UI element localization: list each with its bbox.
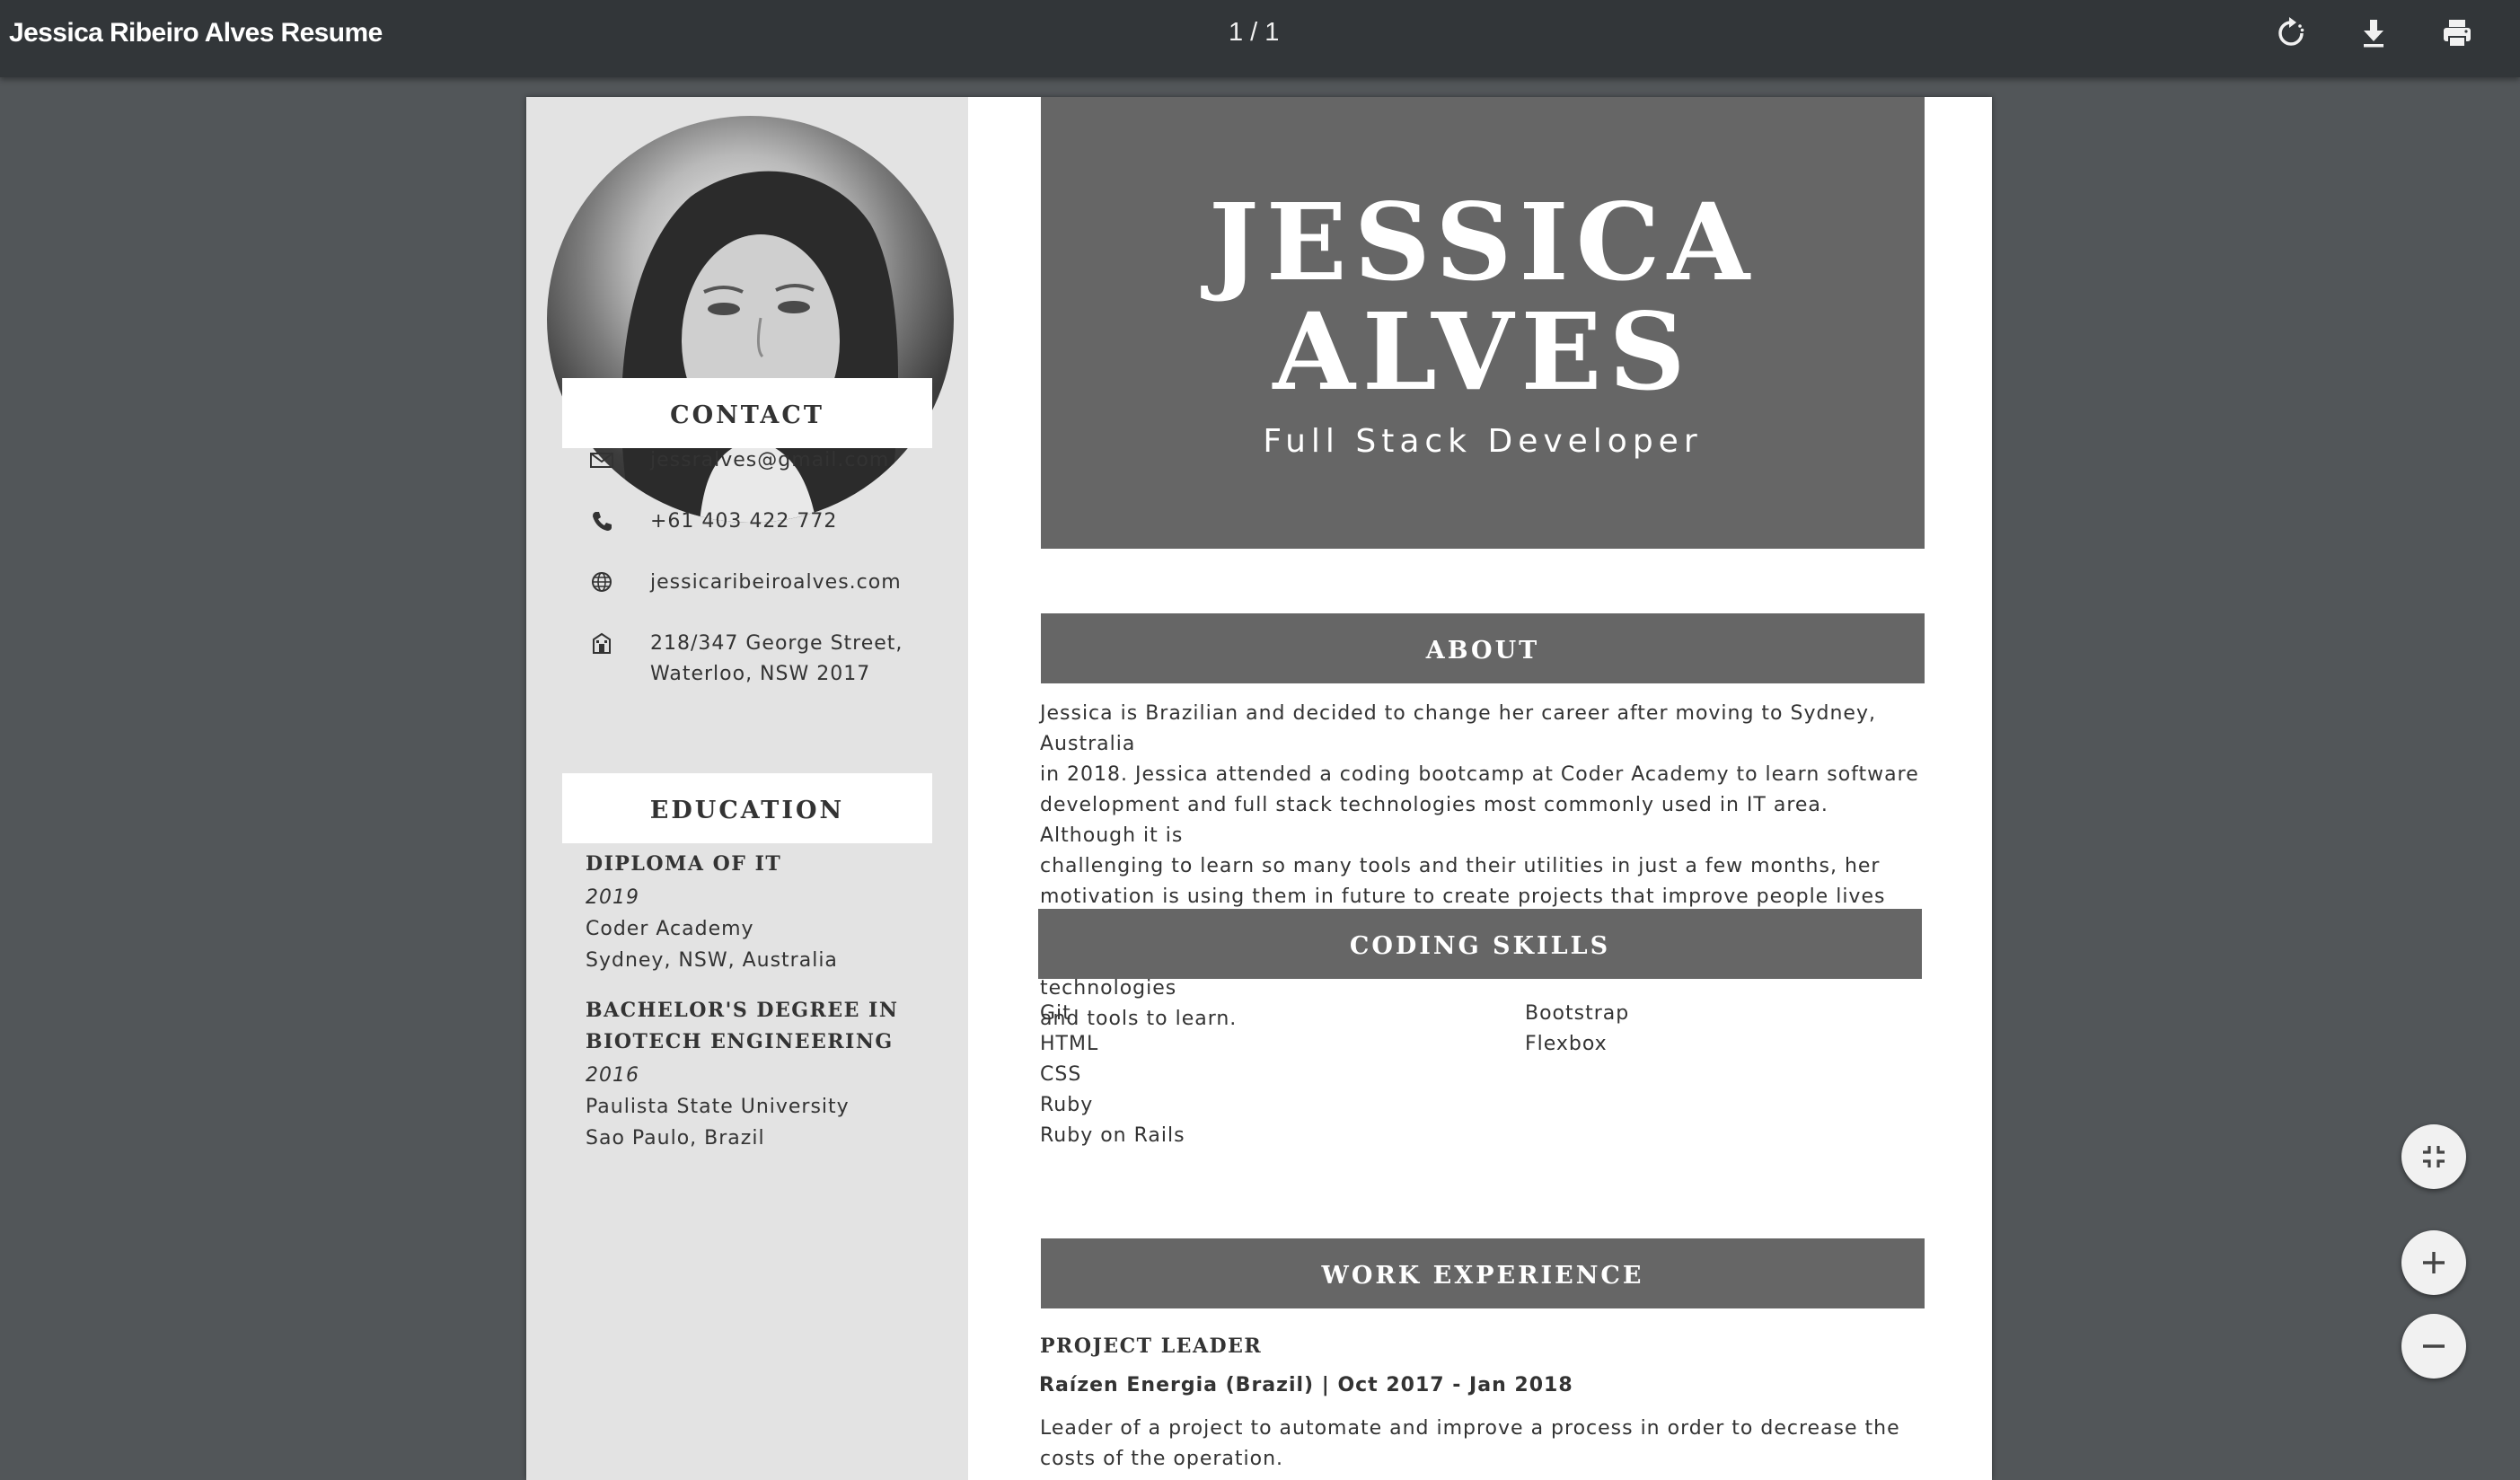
job-title: PROJECT LEADER [1040,1335,1263,1358]
degree-title: BACHELOR'S DEGREE IN BIOTECH ENGINEERING [586,995,945,1058]
work-experience-heading: WORK EXPERIENCE [1041,1238,1925,1308]
address-line-1: 218/347 George Street, [650,632,903,655]
skill-item: Ruby on Rails [1040,1124,1185,1147]
coding-skills-heading: CODING SKILLS [1038,909,1922,979]
school-name: Coder Academy [586,918,754,940]
school-name: Paulista State University [586,1096,850,1118]
about-heading: ABOUT [1041,613,1925,683]
about-text: Jessica is Brazilian and decided to chan… [1040,699,1929,1035]
skill-item: HTML [1040,1033,1099,1055]
job-company: Raízen Energia (Brazil) | Oct 2017 - Jan… [1039,1374,1573,1396]
globe-icon [589,569,614,595]
address-text: 218/347 George Street, Waterloo, NSW 201… [650,629,947,690]
skills-column-1: Git HTML CSS Ruby Ruby on Rails [1040,999,1309,1151]
zoom-out-button[interactable] [2401,1314,2466,1379]
fit-to-page-icon [2423,1146,2445,1167]
skill-item: Bootstrap [1525,1002,1630,1025]
contact-heading: CONTACT [562,378,932,448]
degree-title-line-2: BIOTECH ENGINEERING [586,1030,894,1053]
document-title: Jessica Ribeiro Alves Resume [9,18,383,48]
pdf-toolbar: Jessica Ribeiro Alves Resume 1 / 1 [0,0,2520,77]
last-name: ALVES [1273,289,1693,414]
sidebar: CONTACT jessralves@gmail.com +61 403 422… [526,97,968,1480]
plus-icon [2423,1252,2445,1273]
skill-item: Ruby [1040,1094,1094,1116]
skill-item: Flexbox [1525,1033,1608,1055]
download-button[interactable] [2352,13,2395,54]
education-item: DIPLOMA OF IT 2019 Coder Academy Sydney,… [586,849,945,976]
education-heading: EDUCATION [562,773,932,843]
degree-title-line-1: BACHELOR'S DEGREE IN [586,999,899,1022]
education-item: BACHELOR'S DEGREE IN BIOTECH ENGINEERING… [586,995,945,1154]
skill-item: Git [1040,1002,1071,1025]
skill-item: CSS [1040,1063,1082,1086]
rotate-icon [2278,17,2304,46]
degree-title: DIPLOMA OF IT [586,852,782,876]
building-icon [589,630,614,656]
phone-text: +61 403 422 772 [650,510,838,533]
school-location: Sao Paulo, Brazil [586,1127,765,1150]
minus-icon [2423,1344,2445,1348]
zoom-in-button[interactable] [2401,1230,2466,1295]
resume-page: CONTACT jessralves@gmail.com +61 403 422… [526,97,1992,1480]
website-text[interactable]: jessicaribeiroalves.com [650,568,947,598]
page-counter: 1 / 1 [1229,18,1280,47]
print-icon [2444,20,2471,48]
address-line-2: Waterloo, NSW 2017 [650,663,871,685]
name-header: JESSICA ALVES Full Stack Developer [1041,97,1925,549]
first-name: JESSICA [1208,180,1758,304]
rotate-button[interactable] [2269,13,2313,54]
download-icon [2364,20,2383,48]
degree-year: 2016 [586,1064,639,1087]
degree-year: 2019 [586,886,639,909]
print-button[interactable] [2436,13,2479,54]
skills-column-2: Bootstrap Flexbox [1525,999,1794,1060]
job-role: Full Stack Developer [1263,423,1703,460]
phone-icon [589,508,614,533]
job-description: Leader of a project to automate and impr… [1040,1417,1900,1470]
email-text[interactable]: jessralves@gmail.com [650,445,947,476]
about-line: in 2018. Jessica attended a coding bootc… [1040,763,1919,786]
about-line: Jessica is Brazilian and decided to chan… [1040,702,1876,755]
school-location: Sydney, NSW, Australia [586,949,838,972]
about-line: challenging to learn so many tools and t… [1040,855,1881,877]
fit-to-page-button[interactable] [2401,1124,2466,1189]
envelope-icon [589,447,614,472]
about-line: development and full stack technologies … [1040,794,1828,847]
